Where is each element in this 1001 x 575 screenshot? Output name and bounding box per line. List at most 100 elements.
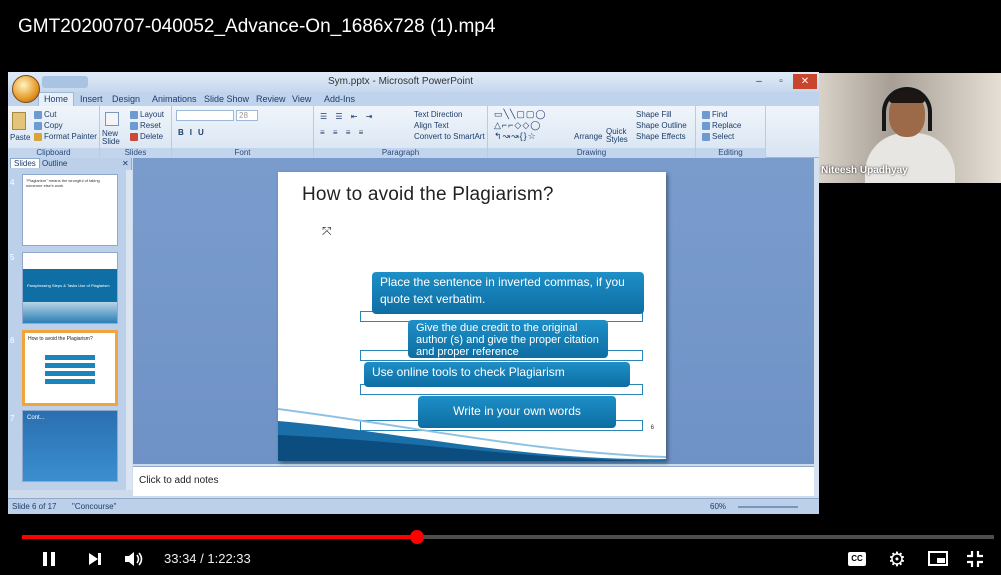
minimize-button[interactable]: –: [749, 74, 769, 89]
video-progress-bar[interactable]: [22, 530, 994, 544]
delete-button[interactable]: Delete: [130, 132, 163, 141]
vertical-scrollbar[interactable]: [814, 158, 819, 496]
list-buttons[interactable]: ☰ ☰ ⇤ ⇥: [320, 112, 375, 121]
select-button[interactable]: Select: [702, 132, 734, 141]
bullet-box-3[interactable]: Use online tools to check Plagiarism: [364, 362, 630, 387]
captions-button[interactable]: CC: [848, 552, 866, 566]
slide-thumbnail-5[interactable]: Paraphrasing Steps & Tasks Use of Plagia…: [22, 252, 118, 324]
font-format-buttons[interactable]: BIU: [178, 128, 210, 137]
quick-styles-button[interactable]: Quick Styles: [606, 128, 634, 144]
align-text-button[interactable]: Align Text: [414, 121, 449, 130]
slides-group: New Slide Layout Reset Delete Slides: [100, 106, 172, 158]
bullet-box-2[interactable]: Give the due credit to the original auth…: [408, 320, 608, 358]
settings-gear-icon[interactable]: ⚙: [888, 547, 906, 572]
slide-editing-area: How to avoid the Plagiarism? ⤧ Place the…: [133, 158, 814, 464]
copy-icon: [34, 121, 42, 130]
tab-animations[interactable]: Animations: [152, 94, 197, 104]
shapes-gallery[interactable]: ▭╲╲▢▢◯ △⌐⌐◇◇◯ ↰↝↝{}☆: [494, 109, 546, 142]
exit-fullscreen-button[interactable]: [966, 550, 984, 573]
pause-icon: [43, 552, 55, 566]
slide-title: How to avoid the Plagiarism?: [302, 184, 554, 205]
find-icon: [702, 110, 710, 119]
thumbnail-text: Paraphrasing Steps & Tasks Use of Plagia…: [23, 269, 117, 302]
volume-button[interactable]: [124, 550, 144, 573]
bullet-box-1[interactable]: Place the sentence in inverted commas, i…: [372, 272, 644, 314]
cursor-icon: ⤧: [322, 224, 332, 238]
clipboard-group-label: Clipboard: [8, 148, 99, 158]
text-direction-button[interactable]: Text Direction: [414, 110, 462, 119]
tab-slide-show[interactable]: Slide Show: [204, 94, 249, 104]
drawing-group-label: Drawing: [488, 148, 695, 158]
paste-button[interactable]: Paste: [10, 133, 30, 142]
notes-pane[interactable]: Click to add notes: [133, 466, 814, 496]
zoom-level[interactable]: 60%: [710, 502, 726, 511]
theme-status: "Concourse": [72, 502, 117, 511]
shape-outline-button[interactable]: Shape Outline: [636, 121, 687, 130]
shape-fill-button[interactable]: Shape Fill: [636, 110, 672, 119]
drawing-group: ▭╲╲▢▢◯ △⌐⌐◇◇◯ ↰↝↝{}☆ Arrange Quick Styles …: [488, 106, 696, 158]
ppt-title-bar: Sym.pptx - Microsoft PowerPoint – ▫ ✕: [8, 72, 819, 92]
pause-button[interactable]: [42, 551, 56, 572]
tab-review[interactable]: Review: [256, 94, 286, 104]
new-slide-icon[interactable]: [105, 112, 119, 126]
clipboard-group: Paste Cut Copy Format Painter Clipboard: [8, 106, 100, 158]
copy-button[interactable]: Copy: [34, 121, 63, 130]
progress-scrubber[interactable]: [410, 530, 425, 544]
current-slide[interactable]: How to avoid the Plagiarism? ⤧ Place the…: [278, 172, 666, 461]
tab-view[interactable]: View: [292, 94, 311, 104]
quick-access-toolbar[interactable]: [42, 76, 88, 88]
convert-smartart-button[interactable]: Convert to SmartArt: [414, 132, 485, 141]
webcam-video: Niteesh Upadhyay: [819, 73, 1001, 183]
select-icon: [702, 132, 710, 141]
font-name-select[interactable]: [176, 110, 234, 121]
office-button[interactable]: [12, 75, 40, 103]
progress-played: [22, 535, 418, 539]
slides-group-label: Slides: [100, 148, 171, 158]
thumbnail-number: 4: [10, 178, 15, 187]
panel-scrollbar[interactable]: [126, 170, 132, 490]
zoom-slider[interactable]: [738, 506, 798, 508]
tab-insert[interactable]: Insert: [80, 94, 103, 104]
arrange-button[interactable]: Arrange: [574, 132, 602, 141]
paste-icon[interactable]: [12, 112, 26, 130]
slide-thumbnail-6[interactable]: How to avoid the Plagiarism?: [22, 330, 118, 406]
slide-count-status: Slide 6 of 17: [12, 502, 57, 511]
thumbnail-text: "Plagiarism" means the wrongful of takin…: [26, 178, 100, 188]
slide-thumbnail-7[interactable]: Cont...: [22, 410, 118, 482]
skip-next-icon: [89, 553, 101, 565]
replace-button[interactable]: Replace: [702, 121, 741, 130]
reset-button[interactable]: Reset: [130, 121, 161, 130]
delete-icon: [130, 132, 138, 141]
time-display: 33:34 / 1:22:33: [164, 551, 251, 566]
volume-icon: [125, 552, 143, 566]
maximize-button[interactable]: ▫: [771, 74, 791, 89]
paragraph-group-label: Paragraph: [314, 148, 487, 158]
new-slide-button[interactable]: New Slide: [102, 130, 126, 146]
format-painter-button[interactable]: Format Painter: [34, 132, 97, 141]
participant-name: Niteesh Upadhyay: [821, 165, 908, 176]
shape-effects-button[interactable]: Shape Effects: [636, 132, 686, 141]
miniplayer-icon: [928, 551, 948, 566]
tab-design[interactable]: Design: [112, 94, 140, 104]
ppt-window-title: Sym.pptx - Microsoft PowerPoint: [328, 76, 474, 87]
editing-group: Find Replace Select Editing: [696, 106, 766, 158]
slide-wave-decoration: [278, 408, 666, 461]
tab-outline[interactable]: Outline: [42, 159, 67, 168]
tab-home[interactable]: Home: [38, 92, 75, 106]
find-button[interactable]: Find: [702, 110, 728, 119]
align-buttons[interactable]: ≡ ≡ ≡ ≡: [320, 128, 366, 137]
slide-thumbnail-4[interactable]: "Plagiarism" means the wrongful of takin…: [22, 174, 118, 246]
tab-add-ins[interactable]: Add-Ins: [324, 94, 355, 104]
cut-button[interactable]: Cut: [34, 110, 56, 119]
panel-close-icon[interactable]: ✕: [122, 159, 129, 168]
thumbnail-boxes: [45, 355, 95, 385]
layout-button[interactable]: Layout: [130, 110, 164, 119]
font-size-select[interactable]: 28: [236, 110, 258, 121]
thumbnail-text: Cont...: [27, 415, 45, 421]
next-button[interactable]: [88, 552, 102, 571]
editing-group-label: Editing: [696, 148, 765, 158]
miniplayer-button[interactable]: [928, 551, 948, 571]
font-group-label: Font: [172, 148, 313, 158]
tab-slides[interactable]: Slides: [10, 158, 40, 168]
close-button[interactable]: ✕: [793, 74, 817, 89]
